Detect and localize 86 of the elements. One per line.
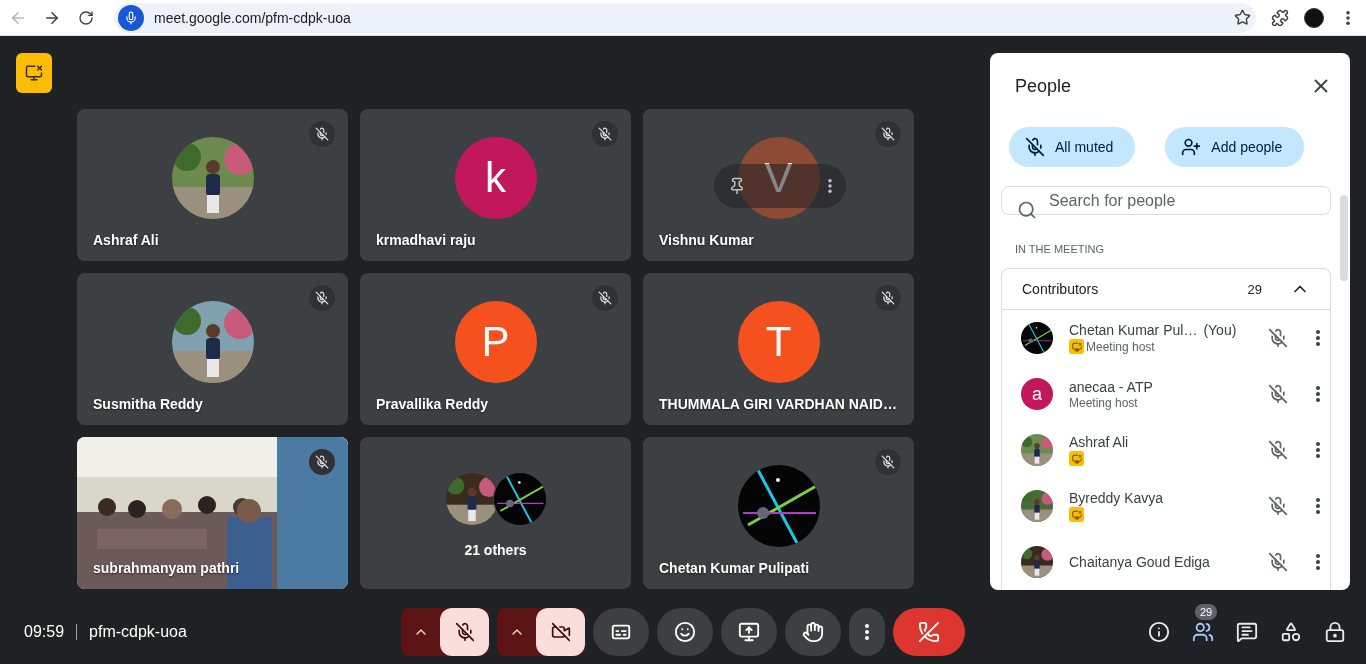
more-icon xyxy=(1316,554,1320,570)
more-button[interactable] xyxy=(1316,330,1320,346)
participant-name: 21 others xyxy=(463,542,528,558)
chat-button[interactable] xyxy=(1236,621,1258,643)
activities-icon xyxy=(1280,621,1302,643)
puzzle-icon[interactable] xyxy=(1270,8,1290,27)
participant-name: Chetan Kumar Pul… xyxy=(1069,322,1198,338)
muted-icon xyxy=(1268,496,1288,516)
participant-name: krmadhavi raju xyxy=(376,232,476,248)
emoji-button[interactable] xyxy=(657,608,713,656)
participant-name: Susmitha Reddy xyxy=(93,396,203,412)
participant-name: Ashraf Ali xyxy=(1069,434,1129,450)
group-title: Contributors xyxy=(1022,281,1100,297)
info-button[interactable] xyxy=(1148,621,1170,643)
profile-avatar[interactable] xyxy=(1304,7,1324,28)
participant-name: THUMMALA GIRI VARDHAN NAID… xyxy=(659,396,897,412)
more-button[interactable] xyxy=(849,608,885,656)
participant-name: Chaitanya Goud Ediga xyxy=(1069,554,1210,570)
panel-title: People xyxy=(1015,75,1072,97)
count-badge: 29 xyxy=(1195,604,1218,620)
more-icon xyxy=(1316,498,1320,514)
add-people-button[interactable]: Add people xyxy=(1165,127,1305,167)
muted-icon xyxy=(1268,552,1288,572)
present-icon xyxy=(738,621,760,643)
avatar: k xyxy=(454,137,537,219)
all-muted-button[interactable]: All muted xyxy=(1009,127,1136,167)
present-button[interactable] xyxy=(721,608,777,656)
info-icon xyxy=(1148,621,1170,643)
search-field[interactable]: Search for people xyxy=(1001,186,1331,215)
more-icon[interactable] xyxy=(828,179,832,193)
more-icon xyxy=(865,624,869,640)
participant-name: Ashraf Ali xyxy=(93,232,159,248)
hand-icon xyxy=(802,621,824,643)
microphone-icon xyxy=(118,4,144,31)
more-icon xyxy=(1316,330,1320,346)
pin-icon[interactable] xyxy=(728,177,746,195)
more-button[interactable] xyxy=(1316,386,1320,402)
microphone-button[interactable] xyxy=(440,608,489,656)
host-notice-button[interactable] xyxy=(16,53,52,93)
camera-off-icon xyxy=(550,622,571,642)
more-icon xyxy=(1316,442,1320,458)
participant-name: Vishnu Kumar xyxy=(659,232,754,248)
participant-name: anecaa - ATP xyxy=(1069,378,1153,395)
leave-call-button[interactable] xyxy=(893,608,965,656)
host-button[interactable] xyxy=(1324,621,1346,643)
participant-name: Pravallika Reddy xyxy=(376,396,489,412)
camera-button[interactable] xyxy=(536,608,585,656)
more-button[interactable] xyxy=(1316,442,1320,458)
muted-icon xyxy=(1268,328,1288,348)
avatar: a xyxy=(1021,378,1053,410)
reload-icon[interactable] xyxy=(76,9,96,26)
section-heading: IN THE MEETING xyxy=(1014,242,1106,255)
captions-button[interactable] xyxy=(593,608,649,656)
avatar: V xyxy=(737,137,820,219)
muted-icon xyxy=(1268,440,1288,460)
avatar: P xyxy=(454,301,537,383)
add-person-icon xyxy=(1181,137,1202,157)
chat-icon xyxy=(1236,621,1258,643)
mic-off-icon xyxy=(1025,137,1045,157)
host-icon xyxy=(1324,621,1346,643)
you-label: (You) xyxy=(1203,322,1237,338)
url-text: meet.google.com/pfm-cdpk-uoa xyxy=(154,9,352,26)
scrollbar[interactable] xyxy=(1340,195,1348,281)
phone-icon xyxy=(918,621,940,643)
role-label: Meeting host xyxy=(1069,395,1138,410)
people-icon xyxy=(1192,621,1214,643)
more-icon xyxy=(1316,386,1320,402)
mic-off-icon xyxy=(454,622,475,642)
role-label: Meeting host xyxy=(1086,339,1155,354)
star-icon[interactable] xyxy=(1232,9,1252,26)
muted-icon xyxy=(1268,384,1288,404)
more-button[interactable] xyxy=(1316,554,1320,570)
participant-name: Byreddy Kavya xyxy=(1069,490,1164,506)
clock-text: 09:59 xyxy=(24,624,78,640)
participant-name: Chetan Kumar Pulipati xyxy=(659,560,810,576)
avatar: T xyxy=(737,301,820,383)
participant-name: subrahmanyam pathri xyxy=(93,560,240,576)
meeting-code: pfm-cdpk-uoa xyxy=(88,623,187,641)
raise-hand-button[interactable] xyxy=(785,608,841,656)
more-button[interactable] xyxy=(1316,498,1320,514)
search-icon xyxy=(1017,200,1037,220)
smile-icon xyxy=(674,621,696,643)
address-bar[interactable]: meet.google.com/pfm-cdpk-uoa xyxy=(114,2,1256,33)
screen-off-icon xyxy=(25,64,43,82)
group-count: 29 xyxy=(1247,281,1262,297)
activities-button[interactable] xyxy=(1280,621,1302,643)
